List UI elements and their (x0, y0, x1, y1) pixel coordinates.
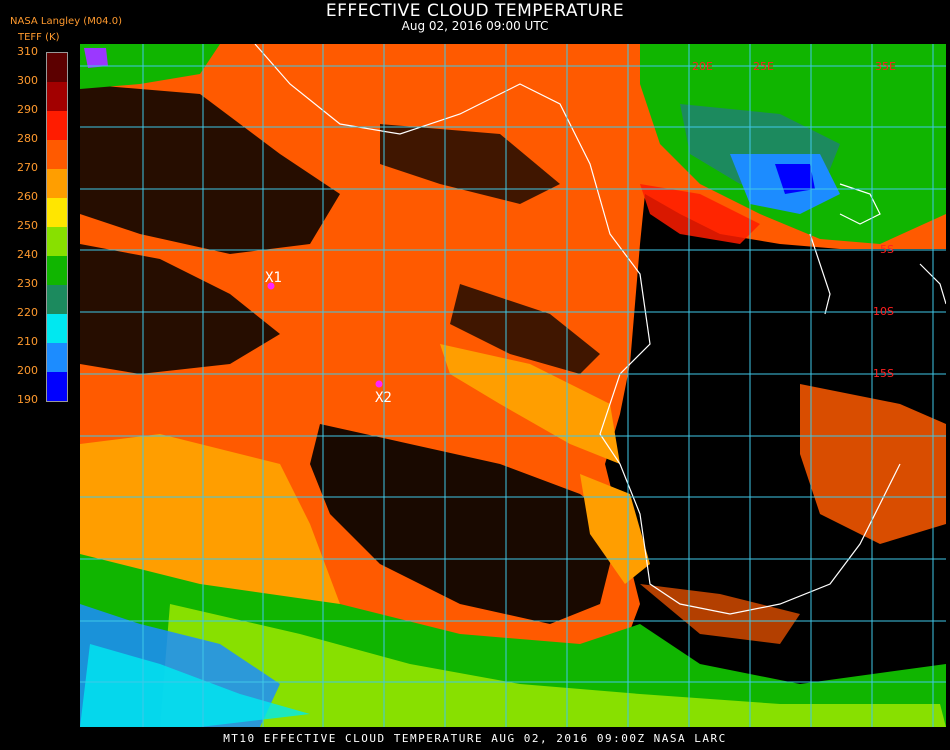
colorbar-swatch-2 (47, 111, 67, 140)
colorbar-tick: 250 (17, 219, 38, 232)
colorbar-tick: 300 (17, 74, 38, 87)
colorbar-tick: 200 (17, 364, 38, 377)
footer-caption: MT10 EFFECTIVE CLOUD TEMPERATURE AUG 02,… (223, 732, 727, 745)
colorbar-tick: 240 (17, 248, 38, 261)
grid-label: 5S (880, 243, 894, 256)
colorbar-tick: 220 (17, 306, 38, 319)
colorbar-swatch-5 (47, 198, 67, 227)
map-title: EFFECTIVE CLOUD TEMPERATURE (325, 1, 625, 21)
colorbar-tick: 230 (17, 277, 38, 290)
colorbar-swatch-11 (47, 372, 67, 401)
colorbar-tick: 270 (17, 161, 38, 174)
grid-label: 10S (873, 305, 894, 318)
colorbar-swatch-0 (47, 53, 67, 82)
grid-label: 25E (753, 60, 774, 73)
colorbar-swatch-1 (47, 82, 67, 111)
marker-x2-label: X2 (375, 390, 392, 406)
colorbar-tick: 280 (17, 132, 38, 145)
unit-label: TEFF (K) (18, 32, 60, 43)
colorbar-swatch-7 (47, 256, 67, 285)
colorbar-swatch-10 (47, 343, 67, 372)
grid-label: 35E (875, 60, 896, 73)
colorbar-tick: 210 (17, 335, 38, 348)
map-timestamp: Aug 02, 2016 09:00 UTC (401, 19, 549, 33)
colorbar-swatch-4 (47, 169, 67, 198)
source-label: NASA Langley (M04.0) (10, 16, 122, 27)
cloud-temperature-map: 20E 25E 35E 5S 10S 15S X1 X2 (80, 44, 946, 727)
marker-x1-label: X1 (265, 270, 282, 286)
colorbar (46, 52, 68, 402)
colorbar-swatch-6 (47, 227, 67, 256)
colorbar-swatch-8 (47, 285, 67, 314)
colorbar-tick: 310 (17, 45, 38, 58)
colorbar-swatch-3 (47, 140, 67, 169)
colorbar-tick: 190 (17, 393, 38, 406)
convective-cloud (84, 48, 108, 68)
colorbar-tick: 290 (17, 103, 38, 116)
colorbar-swatch-9 (47, 314, 67, 343)
grid-label: 15S (873, 367, 894, 380)
grid-label: 20E (692, 60, 713, 73)
marker-x2-dot (375, 380, 383, 388)
colorbar-tick: 260 (17, 190, 38, 203)
